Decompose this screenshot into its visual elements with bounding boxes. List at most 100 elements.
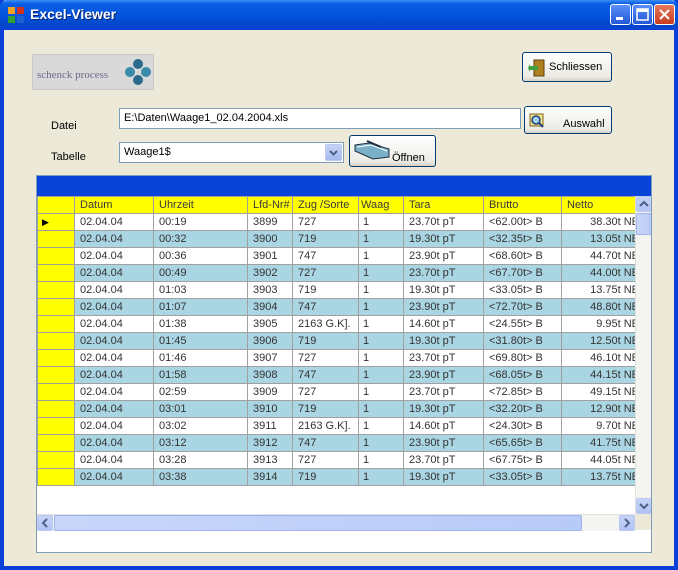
title-bar[interactable]: Excel-Viewer [0, 0, 678, 30]
cell-uhrzeit[interactable]: 00:32 [153, 230, 248, 248]
cell-tara[interactable]: 23.90t pT [403, 298, 484, 316]
cell-waag[interactable]: 1 [358, 451, 404, 469]
cell-zug-sorte[interactable]: 719 [292, 332, 359, 350]
cell-datum[interactable]: 02.04.04 [74, 366, 154, 384]
cell-lfd-nr[interactable]: 3910 [247, 400, 293, 418]
cell-waag[interactable]: 1 [358, 383, 404, 401]
table-row[interactable]: 02.04.04 01:03 3903 719 1 19.30t pT <33.05t> B… [37, 281, 645, 299]
cell-uhrzeit[interactable]: 00:36 [153, 247, 248, 265]
cell-datum[interactable]: 02.04.04 [74, 332, 154, 350]
cell-brutto[interactable]: <68.60t> B [483, 247, 562, 265]
cell-tara[interactable]: 19.30t pT [403, 230, 484, 248]
row-header[interactable] [37, 349, 75, 367]
cell-netto[interactable]: 44.70t NE [561, 247, 645, 265]
cell-tara[interactable]: 14.60t pT [403, 315, 484, 333]
cell-lfd-nr[interactable]: 3906 [247, 332, 293, 350]
table-row[interactable]: 02.04.04 02:59 3909 727 1 23.70t pT <72.85t> B… [37, 383, 645, 401]
cell-zug-sorte[interactable]: 727 [292, 451, 359, 469]
horizontal-scrollbar[interactable] [37, 514, 635, 531]
cell-waag[interactable]: 1 [358, 281, 404, 299]
cell-tara[interactable]: 14.60t pT [403, 417, 484, 435]
maximize-button[interactable] [632, 4, 653, 25]
vertical-scroll-thumb[interactable] [636, 213, 651, 235]
cell-netto[interactable]: 9.70t NE [561, 417, 645, 435]
cell-zug-sorte[interactable]: 719 [292, 400, 359, 418]
cell-waag[interactable]: 1 [358, 315, 404, 333]
close-button[interactable]: Schliessen [522, 52, 612, 82]
cell-waag[interactable]: 1 [358, 298, 404, 316]
row-header[interactable] [37, 417, 75, 435]
cell-netto[interactable]: 44.15t NE [561, 366, 645, 384]
cell-netto[interactable]: 13.05t NE [561, 230, 645, 248]
cell-waag[interactable]: 1 [358, 230, 404, 248]
cell-uhrzeit[interactable]: 01:46 [153, 349, 248, 367]
cell-brutto[interactable]: <67.75t> B [483, 451, 562, 469]
cell-uhrzeit[interactable]: 01:07 [153, 298, 248, 316]
cell-datum[interactable]: 02.04.04 [74, 247, 154, 265]
cell-waag[interactable]: 1 [358, 213, 404, 231]
row-header[interactable] [37, 247, 75, 265]
cell-zug-sorte[interactable]: 747 [292, 434, 359, 452]
cell-netto[interactable]: 12.90t NE [561, 400, 645, 418]
cell-waag[interactable]: 1 [358, 417, 404, 435]
table-row[interactable]: 02.04.04 03:12 3912 747 1 23.90t pT <65.65t> B… [37, 434, 645, 452]
cell-tara[interactable]: 19.30t pT [403, 281, 484, 299]
table-row[interactable]: 02.04.04 01:38 3905 2163 G.K]. 1 14.60t pT <24… [37, 315, 645, 333]
table-row[interactable]: 02.04.04 01:46 3907 727 1 23.70t pT <69.80t> B… [37, 349, 645, 367]
cell-brutto[interactable]: <72.85t> B [483, 383, 562, 401]
row-header[interactable] [37, 264, 75, 282]
table-row[interactable]: ▶ 02.04.04 00:19 3899 727 1 23.70t pT <62.00t> … [37, 213, 645, 231]
scroll-up-button[interactable] [636, 196, 651, 212]
cell-uhrzeit[interactable]: 03:28 [153, 451, 248, 469]
cell-brutto[interactable]: <67.70t> B [483, 264, 562, 282]
cell-waag[interactable]: 1 [358, 332, 404, 350]
cell-lfd-nr[interactable]: 3908 [247, 366, 293, 384]
cell-datum[interactable]: 02.04.04 [74, 213, 154, 231]
vertical-scrollbar[interactable] [635, 196, 651, 514]
cell-uhrzeit[interactable]: 03:02 [153, 417, 248, 435]
table-row[interactable]: 02.04.04 03:28 3913 727 1 23.70t pT <67.75t> B… [37, 451, 645, 469]
cell-brutto[interactable]: <24.55t> B [483, 315, 562, 333]
cell-datum[interactable]: 02.04.04 [74, 434, 154, 452]
file-path-field[interactable]: E:\Daten\Waage1_02.04.2004.xls [119, 108, 521, 129]
cell-waag[interactable]: 1 [358, 468, 404, 486]
column-header-brutto[interactable]: Brutto [483, 196, 562, 214]
cell-uhrzeit[interactable]: 01:45 [153, 332, 248, 350]
cell-netto[interactable]: 44.05t NE [561, 451, 645, 469]
cell-netto[interactable]: 38.30t NE [561, 213, 645, 231]
cell-netto[interactable]: 48.80t NE [561, 298, 645, 316]
minimize-button[interactable] [610, 4, 631, 25]
column-header-datum[interactable]: Datum [74, 196, 154, 214]
cell-tara[interactable]: 23.70t pT [403, 213, 484, 231]
row-header[interactable] [37, 366, 75, 384]
cell-brutto[interactable]: <62.00t> B [483, 213, 562, 231]
cell-datum[interactable]: 02.04.04 [74, 468, 154, 486]
cell-brutto[interactable]: <65.65t> B [483, 434, 562, 452]
cell-datum[interactable]: 02.04.04 [74, 417, 154, 435]
row-header[interactable] [37, 332, 75, 350]
dropdown-arrow-button[interactable] [325, 144, 342, 161]
cell-netto[interactable]: 12.50t NE [561, 332, 645, 350]
table-row[interactable]: 02.04.04 03:02 3911 2163 G.K]. 1 14.60t pT <24… [37, 417, 645, 435]
table-row[interactable]: 02.04.04 01:07 3904 747 1 23.90t pT <72.70t> B… [37, 298, 645, 316]
cell-zug-sorte[interactable]: 727 [292, 213, 359, 231]
cell-uhrzeit[interactable]: 01:58 [153, 366, 248, 384]
cell-brutto[interactable]: <32.20t> B [483, 400, 562, 418]
cell-uhrzeit[interactable]: 02:59 [153, 383, 248, 401]
cell-datum[interactable]: 02.04.04 [74, 315, 154, 333]
cell-brutto[interactable]: <24.30t> B [483, 417, 562, 435]
row-header[interactable] [37, 315, 75, 333]
cell-datum[interactable]: 02.04.04 [74, 451, 154, 469]
row-header[interactable] [37, 400, 75, 418]
row-header[interactable] [37, 383, 75, 401]
row-header[interactable] [37, 230, 75, 248]
column-header-tara[interactable]: Tara [403, 196, 484, 214]
cell-uhrzeit[interactable]: 03:01 [153, 400, 248, 418]
cell-lfd-nr[interactable]: 3900 [247, 230, 293, 248]
cell-netto[interactable]: 41.75t NE [561, 434, 645, 452]
row-header[interactable] [37, 298, 75, 316]
cell-uhrzeit[interactable]: 01:38 [153, 315, 248, 333]
cell-brutto[interactable]: <72.70t> B [483, 298, 562, 316]
cell-brutto[interactable]: <32.35t> B [483, 230, 562, 248]
cell-tara[interactable]: 19.30t pT [403, 400, 484, 418]
